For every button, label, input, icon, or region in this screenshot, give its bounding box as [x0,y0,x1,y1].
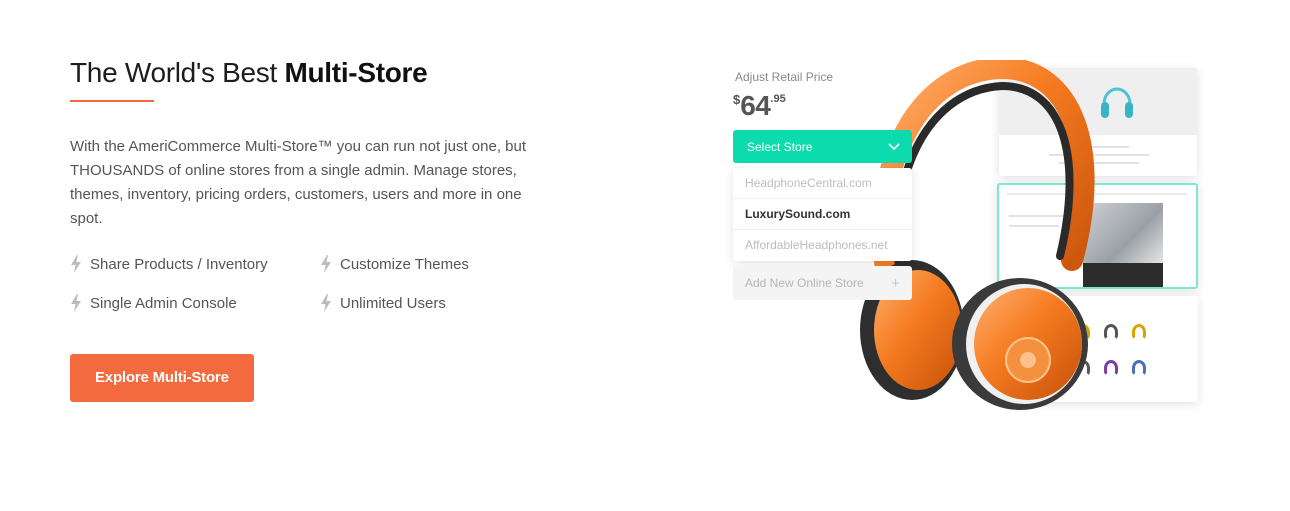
feature-item: Unlimited Users [320,291,550,315]
store-options-list: HeadphoneCentral.com LuxurySound.com Aff… [733,168,912,261]
store-option[interactable]: AffordableHeadphones.net [733,230,912,261]
section-description: With the AmeriCommerce Multi-Store™ you … [70,138,527,227]
price-label: Adjust Retail Price [735,70,834,84]
feature-list: Share Products / Inventory Customize The… [70,252,570,315]
explore-multistore-button[interactable]: Explore Multi-Store [70,354,254,402]
feature-label: Unlimited Users [340,294,446,312]
price-cents: .95 [770,93,786,105]
retail-price: $64.95 [733,90,786,122]
chevron-down-icon [888,140,900,154]
feature-item: Single Admin Console [70,291,320,315]
title-underline [70,100,154,102]
feature-item: Customize Themes [320,252,550,276]
bolt-icon [320,294,332,312]
feature-label: Customize Themes [340,255,469,273]
select-store-dropdown[interactable]: Select Store [733,130,912,163]
multistore-section: The World's Best Multi-Store With the Am… [70,56,570,402]
feature-item: Share Products / Inventory [70,252,320,276]
section-title: The World's Best Multi-Store [70,56,570,90]
bolt-icon [70,294,82,312]
bolt-icon [70,255,82,273]
feature-label: Single Admin Console [90,294,237,312]
store-option[interactable]: HeadphoneCentral.com [733,168,912,199]
store-option-selected[interactable]: LuxurySound.com [733,199,912,230]
title-bold: Multi-Store [284,57,428,88]
add-new-store-button[interactable]: Add New Online Store + [733,266,912,300]
multistore-illustration: Adjust Retail Price $64.95 Select Store … [720,56,1220,436]
add-store-label: Add New Online Store [745,276,864,290]
select-store-label: Select Store [747,139,813,154]
price-dollars: 64 [740,90,771,121]
price-currency: $ [733,92,741,107]
bolt-icon [320,255,332,273]
feature-label: Share Products / Inventory [90,255,268,273]
plus-icon: + [891,274,900,292]
title-light: The World's Best [70,57,285,88]
